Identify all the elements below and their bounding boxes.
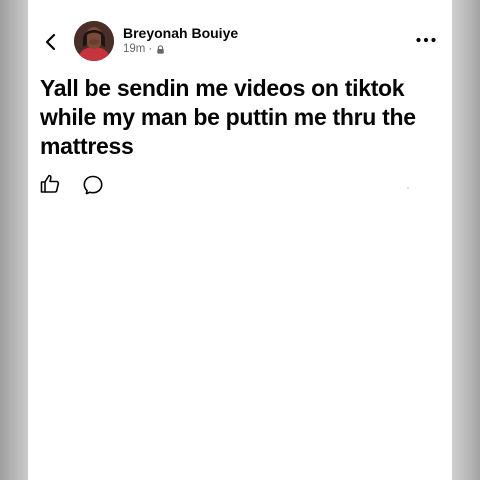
avatar[interactable]: [74, 21, 114, 61]
comment-button[interactable]: [81, 173, 105, 197]
right-frame-edge: [452, 0, 480, 480]
more-options-button[interactable]: [414, 31, 438, 49]
like-button[interactable]: [38, 172, 62, 196]
back-button[interactable]: [42, 28, 60, 56]
post-page: Breyonah Bouiye 19m · Yall be sendin me …: [28, 0, 452, 480]
divider-dot: [407, 187, 409, 189]
post-timestamp[interactable]: 19m: [123, 43, 145, 55]
more-horizontal-icon: [416, 37, 436, 43]
left-frame-edge: [0, 0, 28, 480]
post-text: Yall be sendin me videos on tiktok while…: [40, 75, 416, 159]
avatar-image: [74, 21, 114, 61]
post-meta: 19m ·: [123, 43, 165, 55]
meta-separator: ·: [148, 43, 153, 55]
thumbs-up-icon: [40, 174, 60, 193]
lock-icon: [156, 44, 165, 54]
comment-icon: [83, 175, 103, 195]
chevron-left-icon: [45, 33, 56, 51]
author-name[interactable]: Breyonah Bouiye: [123, 25, 238, 41]
